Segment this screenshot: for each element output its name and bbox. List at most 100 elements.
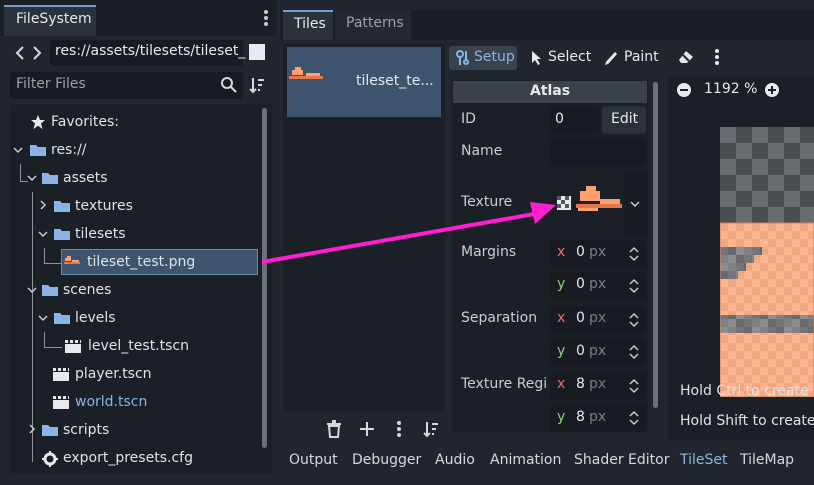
sort-icon[interactable] [248, 76, 266, 94]
unit-label: px [589, 343, 607, 359]
tree-item-res[interactable]: res:// [51, 142, 87, 158]
tree-item-world[interactable]: world.tscn [75, 394, 147, 410]
chevron-down-icon[interactable] [38, 229, 48, 239]
setup-label: Setup [474, 49, 515, 65]
folder-icon [54, 228, 70, 240]
chevron-down-icon[interactable] [27, 285, 37, 295]
spin-arrows-icon[interactable] [628, 278, 640, 294]
texture-preview [576, 185, 622, 219]
tree-guide [32, 192, 33, 462]
eraser-icon[interactable] [678, 50, 694, 64]
toggle-split-icon[interactable] [249, 44, 265, 60]
unit-label: px [589, 310, 607, 326]
margins-label: Margins [461, 244, 517, 260]
name-field[interactable] [550, 138, 646, 166]
tree-item-assets[interactable]: assets [63, 170, 108, 186]
tab-patterns[interactable]: Patterns [335, 10, 411, 40]
tree-item-scenes[interactable]: scenes [63, 282, 111, 298]
tree-item-level-test[interactable]: level_test.tscn [88, 338, 189, 354]
zoom-out-icon[interactable] [676, 82, 692, 98]
tab-animation[interactable]: Animation [490, 452, 561, 468]
trash-icon[interactable] [326, 420, 342, 438]
tab-output[interactable]: Output [289, 452, 338, 468]
kebab-menu-icon[interactable] [392, 420, 406, 438]
chevron-down-icon [630, 200, 640, 208]
chevron-down-icon[interactable] [38, 313, 48, 323]
axis-y-label: y [557, 276, 566, 292]
tree-guide [44, 347, 62, 348]
margins-x-value: 0 [576, 244, 585, 260]
axis-x-label: x [557, 310, 566, 326]
tree-item-textures[interactable]: textures [75, 198, 133, 214]
gear-icon [42, 451, 58, 467]
paint-button[interactable]: Paint [604, 46, 666, 70]
tab-filesystem[interactable]: FileSystem [4, 5, 96, 36]
kebab-menu-icon[interactable] [258, 8, 274, 28]
separation-x-value: 0 [576, 310, 585, 326]
sort-icon[interactable] [422, 420, 440, 438]
pencil-icon [604, 50, 618, 66]
axis-y-label: y [557, 343, 566, 359]
tab-audio[interactable]: Audio [435, 452, 475, 468]
tree-guide [20, 164, 21, 182]
search-icon [220, 76, 238, 94]
inspector-scrollbar[interactable] [653, 82, 658, 408]
hint-ctrl: Hold Ctrl to create m [680, 383, 814, 399]
cursor-icon [530, 50, 544, 66]
tree-item-levels[interactable]: levels [75, 310, 116, 326]
spin-arrows-icon[interactable] [628, 312, 640, 328]
zoom-level[interactable]: 1192 % [704, 81, 757, 97]
tree-item-scripts[interactable]: scripts [63, 422, 109, 438]
tab-tilemap[interactable]: TileMap [740, 452, 794, 468]
folder-icon [30, 144, 46, 156]
checker-icon [557, 196, 571, 210]
wrench-icon [455, 50, 469, 66]
unit-label: px [589, 244, 607, 260]
filter-placeholder: Filter Files [16, 76, 86, 92]
chevron-down-icon[interactable] [27, 173, 37, 183]
tree-scrollbar[interactable] [262, 108, 267, 448]
spin-arrows-icon[interactable] [628, 378, 640, 394]
atlas-texture-view[interactable] [720, 127, 814, 397]
spin-arrows-icon[interactable] [628, 410, 640, 426]
margins-y-value: 0 [576, 276, 585, 292]
tab-tileset[interactable]: TileSet [680, 452, 728, 468]
tileset-thumbnail-icon [289, 66, 323, 80]
tile-source-name: tileset_te... [356, 73, 434, 89]
setup-button[interactable]: Setup [449, 46, 517, 70]
separation-label: Separation [461, 310, 538, 326]
add-icon[interactable] [359, 420, 375, 438]
tab-shader-editor[interactable]: Shader Editor [574, 452, 669, 468]
folder-icon [42, 172, 58, 184]
tree-item-tileset-png[interactable]: tileset_test.png [87, 254, 195, 270]
path-text: res://assets/tilesets/tileset_ [55, 43, 246, 59]
tree-guide [44, 332, 45, 348]
chevron-down-icon[interactable] [13, 145, 23, 155]
unit-label: px [589, 376, 607, 392]
tree-item-tilesets[interactable]: tilesets [75, 226, 126, 242]
spin-arrows-icon[interactable] [628, 246, 640, 262]
paint-label: Paint [624, 49, 659, 65]
separation-y-value: 0 [576, 343, 585, 359]
id-value: 0 [555, 111, 564, 127]
kebab-menu-icon[interactable] [710, 48, 724, 66]
forward-arrow-icon[interactable] [31, 44, 43, 62]
tab-tiles-label: Tiles [294, 16, 326, 32]
tree-item-export-presets[interactable]: export_presets.cfg [63, 450, 193, 466]
texture-region-label: Texture Regi [461, 376, 548, 392]
tree-item-player[interactable]: player.tscn [75, 366, 152, 382]
chevron-right-icon[interactable] [38, 200, 48, 210]
atlas-header: Atlas [453, 81, 647, 103]
clapperboard-icon [53, 367, 69, 381]
select-button[interactable]: Select [530, 46, 592, 70]
tree-item-favorites[interactable]: Favorites: [51, 114, 119, 130]
tab-debugger[interactable]: Debugger [352, 452, 421, 468]
axis-x-label: x [557, 376, 566, 392]
id-label: ID [461, 111, 476, 127]
back-arrow-icon[interactable] [14, 44, 26, 62]
zoom-in-icon[interactable] [764, 82, 780, 98]
tab-tiles[interactable]: Tiles [283, 10, 333, 40]
folder-icon [42, 424, 58, 436]
spin-arrows-icon[interactable] [628, 344, 640, 360]
chevron-right-icon[interactable] [27, 424, 37, 434]
